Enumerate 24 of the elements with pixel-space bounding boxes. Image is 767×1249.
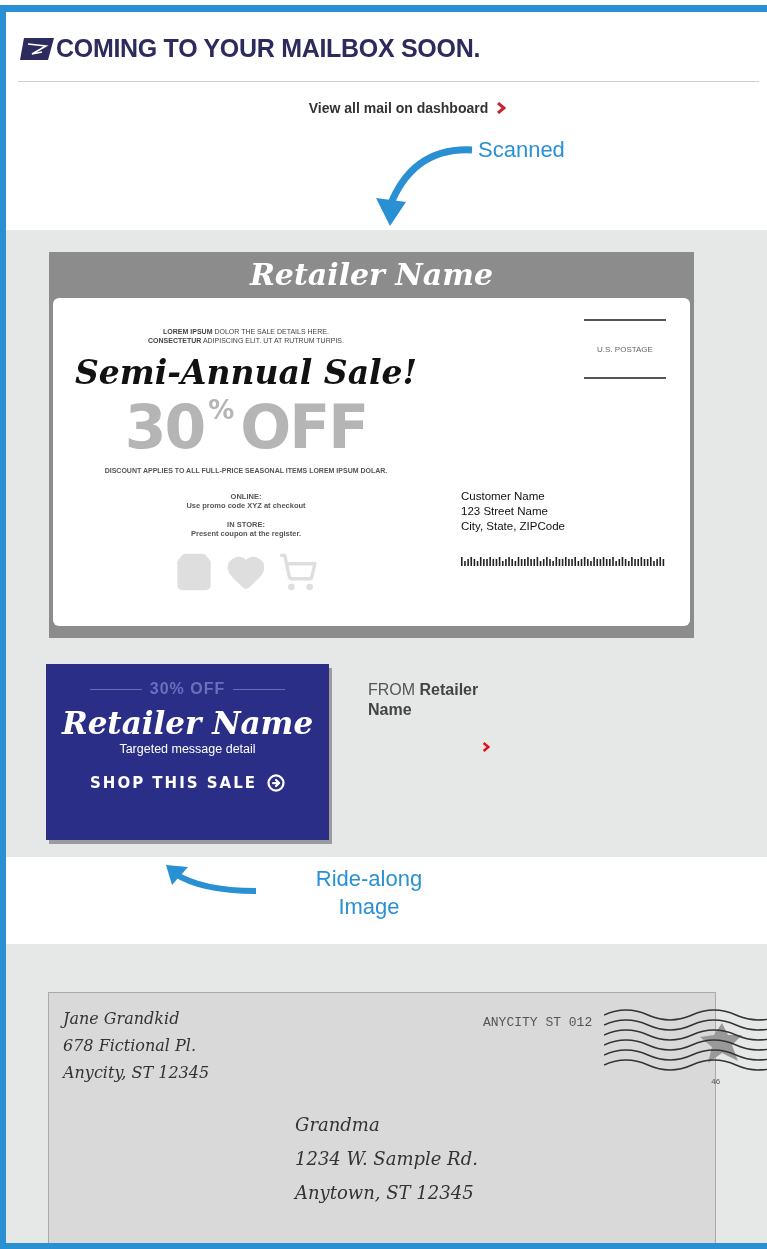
discount-number: 30 — [124, 395, 205, 459]
ride-along-label: Ride-along Image — [314, 865, 424, 921]
shopping-cart-icon — [278, 552, 318, 592]
ad-discount: 30% OFF — [149, 680, 226, 698]
ad-message: Targeted message detail — [119, 742, 256, 756]
chevron-right-icon[interactable] — [496, 102, 507, 114]
shop-sale-button[interactable]: SHOP THIS SALE — [90, 774, 285, 792]
dashboard-link[interactable]: View all mail on dashboard — [308, 100, 489, 116]
postage-text: U.S. POSTAGE — [597, 345, 653, 356]
chevron-right-icon[interactable] — [482, 742, 490, 752]
recipient-address: Customer Name 123 Street Name City, State, ZIPCode — [461, 489, 565, 534]
sale-headline: Semi-Annual Sale! — [74, 352, 418, 394]
stamp-value: 46 — [711, 1077, 721, 1086]
discount-word: OFF — [240, 395, 368, 459]
ad-retailer-logo: Retailer Name — [61, 704, 314, 742]
page-title: COMING TO YOUR MAILBOX SOON. — [56, 34, 481, 63]
barcode-icon — [461, 556, 666, 566]
scanned-label: Scanned — [478, 136, 565, 164]
arrow-circle-icon — [266, 774, 285, 792]
from-retailer: FROM Retailer Name — [368, 680, 480, 720]
postmark-text: ANYCITY ST 012 — [483, 1015, 593, 1030]
retailer-logo: Retailer Name — [248, 256, 495, 294]
envelope-recipient: Grandma 1234 W. Sample Rd. Anytown, ST 12345 — [295, 1113, 478, 1205]
percent-sign: % — [208, 395, 235, 425]
